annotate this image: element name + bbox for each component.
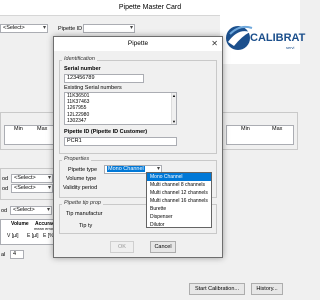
interval-field[interactable]: 4 (10, 250, 24, 259)
window-title: Pipette Master Card (118, 4, 182, 11)
accuracy-subheader: mean error (34, 226, 54, 231)
col-e-ul: E [µl] (27, 233, 39, 239)
validity-period-label: Validity period (63, 185, 98, 191)
select-row-3[interactable]: <Select> (10, 206, 52, 215)
right-minmax-group: Min Max (222, 112, 298, 150)
dropdown-option[interactable]: Mono Channel (147, 173, 211, 181)
dropdown-option[interactable]: Dilutor (147, 221, 211, 229)
pipette-id-label: Pipette ID (58, 26, 83, 32)
volume-header: Volume (11, 221, 29, 227)
right-minmax-table: Min Max (226, 125, 294, 145)
cancel-button[interactable]: Cancel (150, 241, 176, 253)
list-scrollbar[interactable]: ▲ ▼ (171, 93, 176, 124)
close-icon[interactable]: ✕ (211, 39, 218, 48)
scroll-up-icon[interactable]: ▲ (172, 93, 176, 98)
dropdown-option[interactable]: Multi channel 8 channels (147, 181, 211, 189)
select-row-1[interactable]: <Select> (11, 174, 53, 183)
properties-legend: Properties (62, 156, 92, 162)
identification-legend: Identification (62, 56, 97, 62)
dropdown-option[interactable]: Multi channel 12 channels (147, 189, 211, 197)
company-logo: CALIBRAT servi (220, 14, 305, 64)
dialog-title: Pipette (127, 40, 149, 47)
history-button[interactable]: History... (251, 283, 283, 295)
serial-number-label: Serial number (64, 66, 101, 72)
select-row-2[interactable]: <Select> (11, 184, 53, 193)
left-select-group: od <Select> od <Select> (0, 168, 57, 200)
logo-text: CALIBRAT (250, 32, 306, 44)
start-calibration-button[interactable]: Start Calibration... (189, 283, 245, 295)
dropdown-option[interactable]: Dispenser (147, 213, 211, 221)
dropdown-option[interactable]: Multi channel 16 channels (147, 197, 211, 205)
pipette-id-select[interactable] (83, 24, 135, 33)
pipette-tip-legend: Pipette tip prop (62, 200, 103, 206)
list-item[interactable]: 1302347 (67, 118, 176, 124)
existing-serials-label: Existing Serial numbers (64, 85, 122, 91)
scroll-down-icon[interactable]: ▼ (172, 119, 176, 124)
dialog-title-bar: Pipette ✕ (54, 37, 222, 51)
col-v: V [µl] (7, 233, 19, 239)
top-select-left[interactable]: <Select> (0, 24, 48, 33)
dropdown-option[interactable]: Burette (147, 205, 211, 213)
ok-button[interactable]: OK (110, 241, 134, 253)
volume-type-label: Volume type (66, 176, 97, 182)
existing-serials-list[interactable]: 11K36501 11K37463 1267955 12L22980 13023… (64, 92, 177, 125)
left-minmax-group: Min Max (0, 112, 57, 150)
tip-type-label: Tip ty (79, 223, 93, 229)
volume-accuracy-table: Volume Accuracy mean error V [µl] E [µl]… (0, 219, 58, 245)
logo-subtext: servi (286, 45, 295, 50)
pipette-type-label: Pipette type (68, 167, 98, 173)
left-minmax-table: Min Max (4, 125, 54, 145)
serial-number-input[interactable]: 123456789 (64, 74, 144, 83)
tip-manufacturer-label: Tip manufactur (66, 211, 103, 217)
pipette-type-dropdown: Mono Channel Multi channel 8 channels Mu… (146, 172, 212, 228)
pipette-id-input[interactable]: PCR1 (64, 137, 177, 146)
pipette-id-customer-label: Pipette ID (Pipette ID Customer) (64, 129, 148, 135)
